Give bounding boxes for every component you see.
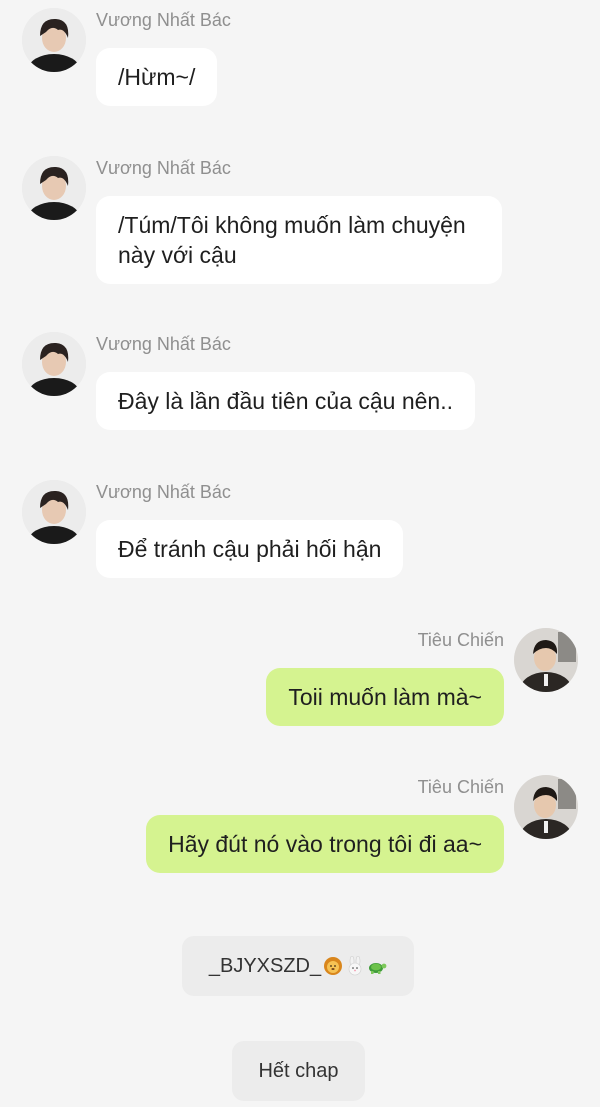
avatar-image: [514, 628, 578, 692]
message-row: Vương Nhất Bác /Hừm~/: [22, 8, 582, 118]
message-bubble[interactable]: Đây là lần đầu tiên của cậu nên..: [96, 372, 476, 430]
end-chapter-text: Hết chap: [258, 1059, 339, 1082]
rabbit-emoji-icon: [348, 956, 362, 976]
sender-name: Tiêu Chiến: [417, 777, 504, 797]
avatar-wang-yibo[interactable]: [22, 332, 86, 396]
sender-name: Vương Nhất Bác: [96, 158, 231, 178]
message-bubble[interactable]: Để tránh cậu phải hối hận: [96, 520, 404, 578]
message-bubble[interactable]: /Túm/Tôi không muốn làm chuyện này với c…: [96, 196, 502, 284]
message-bubble[interactable]: Hãy đút nó vào trong tôi đi aa~: [146, 815, 504, 873]
chat-screen: Vương Nhất Bác /Hừm~/ Vương Nhất Bác /Tú…: [0, 0, 600, 1107]
avatar-image: [22, 480, 86, 544]
message-row: Vương Nhất Bác Đây là lần đầu tiên của c…: [22, 332, 582, 442]
sender-name: Vương Nhất Bác: [96, 482, 231, 502]
message-row: Vương Nhất Bác /Túm/Tôi không muốn làm c…: [22, 156, 582, 296]
message-row: Tiêu Chiến Toii muốn làm mà~: [18, 628, 578, 738]
author-tag: _BJYXSZD_: [182, 936, 414, 996]
avatar-image: [22, 332, 86, 396]
message-bubble[interactable]: Toii muốn làm mà~: [266, 668, 504, 726]
avatar-wang-yibo[interactable]: [22, 8, 86, 72]
avatar-xiao-zhan[interactable]: [514, 628, 578, 692]
message-bubble[interactable]: /Hừm~/: [96, 48, 218, 106]
avatar-image: [514, 775, 578, 839]
avatar-wang-yibo[interactable]: [22, 480, 86, 544]
end-chapter-label: Hết chap: [232, 1041, 365, 1101]
turtle-emoji-icon: [369, 963, 387, 974]
message-row: Vương Nhất Bác Để tránh cậu phải hối hận: [22, 480, 582, 590]
sender-name: Vương Nhất Bác: [96, 334, 231, 354]
avatar-xiao-zhan[interactable]: [514, 775, 578, 839]
sender-name: Vương Nhất Bác: [96, 10, 231, 30]
author-tag-text: _BJYXSZD_: [208, 954, 322, 977]
avatar-wang-yibo[interactable]: [22, 156, 86, 220]
sender-name: Tiêu Chiến: [417, 630, 504, 650]
avatar-image: [22, 8, 86, 72]
lion-emoji-icon: [324, 957, 343, 975]
message-row: Tiêu Chiến Hãy đút nó vào trong tôi đi a…: [18, 775, 578, 885]
avatar-image: [22, 156, 86, 220]
